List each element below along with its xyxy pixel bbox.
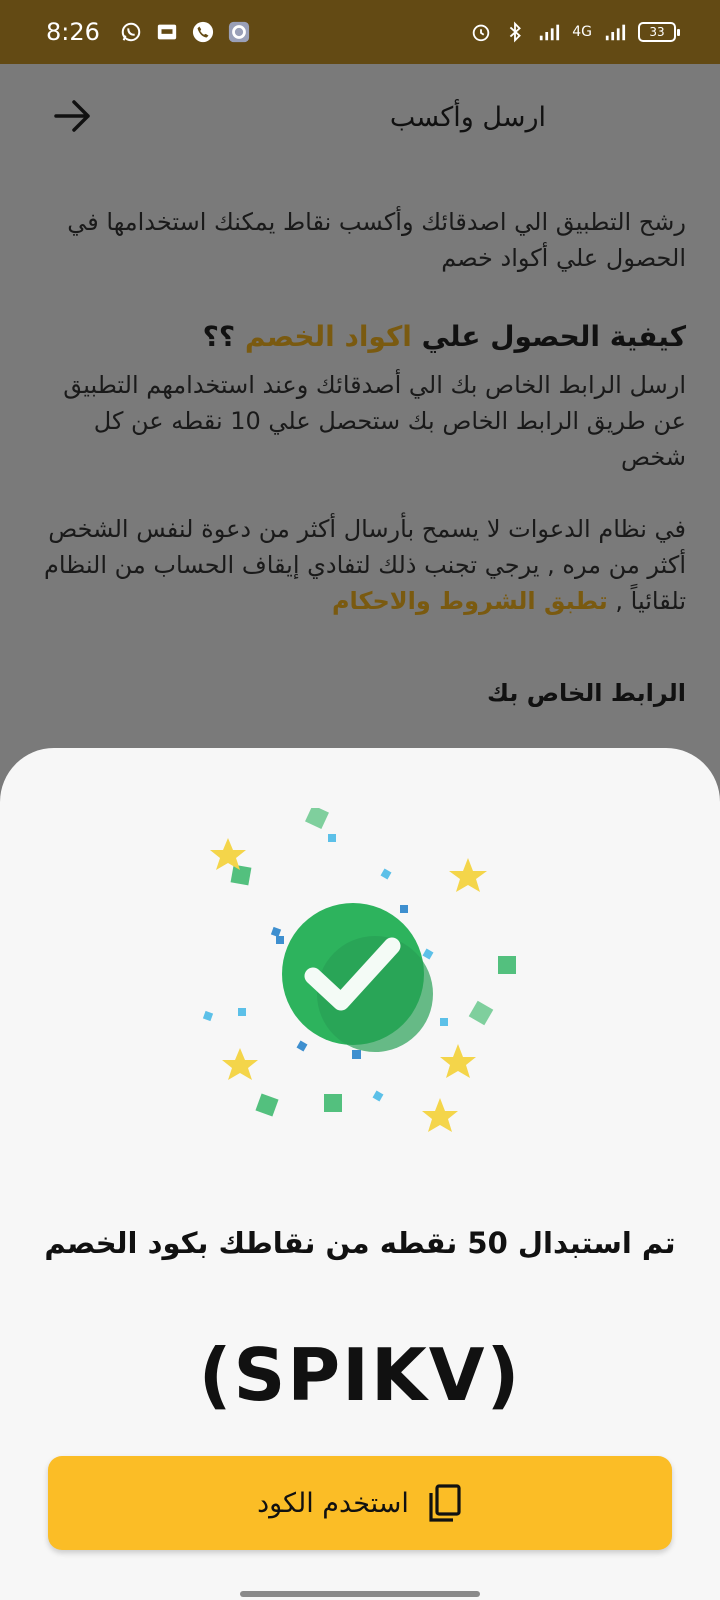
back-arrow-icon[interactable]: [48, 92, 96, 140]
phone-icon: [192, 21, 213, 43]
status-right: 4G 33: [470, 21, 680, 43]
status-bar: 8:26 4G 33: [0, 0, 720, 64]
policy-text: في نظام الدعوات لا يسمح بأرسال أكثر من د…: [34, 511, 686, 619]
use-code-label: استخدم الكود: [257, 1487, 409, 1519]
discount-code: (SPIKV): [198, 1333, 522, 1417]
how-title-accent: اكواد الخصم: [244, 320, 412, 353]
battery-level: 33: [649, 25, 665, 39]
confetti-piece: [276, 936, 284, 944]
success-message: تم استبدال 50 نقطه من نقاطك بكود الخصم: [44, 1226, 676, 1260]
star-icon: [222, 1048, 258, 1080]
gallery-icon: [157, 24, 177, 40]
confetti-piece: [440, 1018, 448, 1026]
confetti-piece: [468, 1000, 494, 1026]
how-title-main: كيفية الحصول علي: [421, 320, 686, 353]
terms-link[interactable]: تطبق الشروط والاحكام: [332, 587, 608, 615]
signal-icon: [540, 24, 560, 41]
confetti-piece: [238, 1008, 246, 1016]
home-indicator[interactable]: [240, 1591, 480, 1597]
use-code-button[interactable]: استخدم الكود: [48, 1456, 672, 1550]
confetti-piece: [270, 926, 282, 938]
copy-icon: [429, 1484, 461, 1522]
network-type: 4G: [572, 24, 592, 40]
battery-icon: 33: [638, 22, 680, 42]
settings-icon: [228, 21, 249, 43]
signal-4g-icon: [605, 24, 626, 41]
status-left: 8:26: [46, 18, 250, 46]
screen: 8:26 4G 33 ارسل وأكسب رشح التطبيق الي اص…: [0, 0, 720, 1600]
confetti-piece: [255, 1093, 279, 1117]
confetti-piece: [230, 864, 252, 886]
success-bottom-sheet: تم استبدال 50 نقطه من نقاطك بكود الخصم (…: [0, 748, 720, 1600]
bluetooth-icon: [510, 21, 522, 43]
referral-link-label: الرابط الخاص بك: [486, 679, 686, 707]
confetti-piece: [400, 905, 408, 913]
confetti-piece: [296, 1040, 308, 1052]
confetti-piece: [328, 834, 336, 842]
success-illustration: [202, 808, 516, 1132]
how-text: ارسل الرابط الخاص بك الي أصدقائك وعند اس…: [63, 371, 686, 471]
how-title-suffix: ؟؟: [202, 320, 236, 353]
star-icon: [422, 1098, 458, 1132]
confetti-piece: [305, 808, 329, 829]
how-title: كيفية الحصول علي اكواد الخصم ؟؟: [34, 320, 686, 353]
referral-page: ارسل وأكسب رشح التطبيق الي اصدقائك وأكسب…: [0, 64, 720, 764]
page-header: ارسل وأكسب: [34, 64, 686, 174]
confetti-piece: [498, 956, 516, 974]
confetti-piece: [422, 948, 434, 960]
whatsapp-icon: [121, 22, 141, 42]
page-title: ارسل وأكسب: [389, 102, 546, 133]
status-time: 8:26: [46, 18, 100, 46]
star-icon: [449, 858, 487, 892]
confetti-piece: [352, 1050, 361, 1059]
confetti-piece: [372, 1090, 384, 1102]
alarm-icon: [472, 24, 490, 42]
confetti-piece: [202, 1010, 214, 1022]
confetti-piece: [380, 868, 392, 880]
star-icon: [440, 1044, 476, 1078]
star-icon: [210, 838, 246, 870]
confetti-piece: [324, 1094, 342, 1112]
intro-text: رشح التطبيق الي اصدقائك وأكسب نقاط يمكنك…: [67, 208, 686, 272]
